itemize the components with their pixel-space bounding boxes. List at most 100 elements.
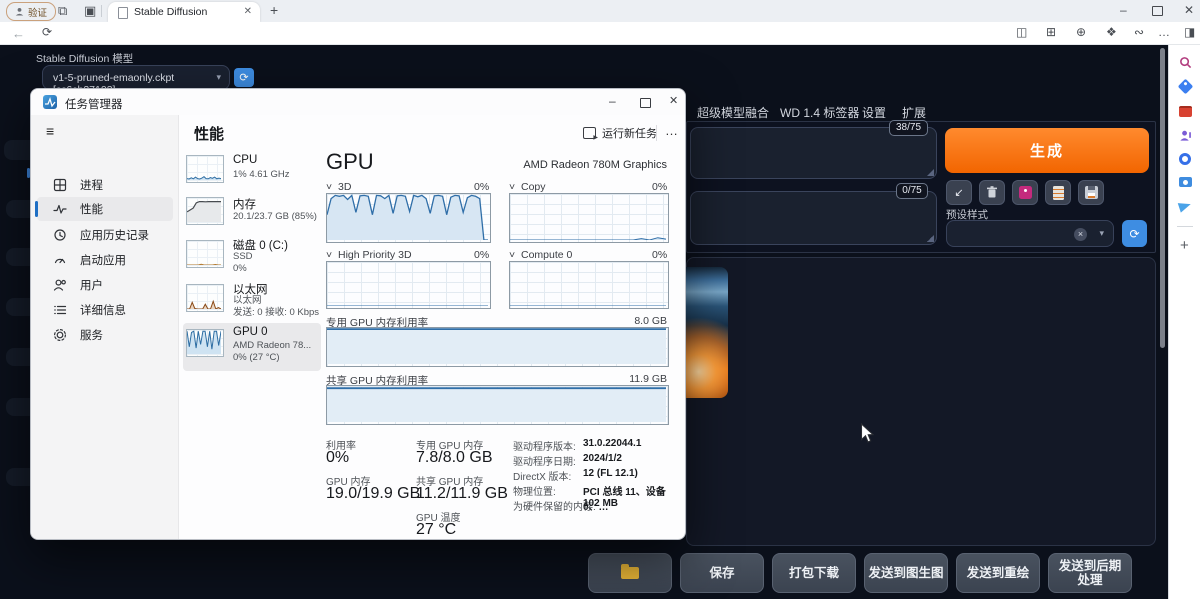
processes-icon [53,178,67,192]
clear-prompt-button[interactable] [979,180,1005,205]
hamburger-menu-icon[interactable]: ≡ [46,123,54,139]
chart-caret-icon[interactable]: ˅ [326,249,332,261]
chevron-down-icon: ▾ [216,72,221,83]
stat-value-gpu-temp: 27 °C [416,521,456,539]
more-menu-icon[interactable]: … [1158,26,1170,38]
tab-settings[interactable]: 设置 [862,104,886,121]
chart-caret-icon[interactable]: ˅ [509,181,515,193]
styles-refresh-button[interactable]: ⟳ [1122,220,1147,247]
sidebar-item-performance[interactable]: 性能 [37,197,173,221]
stat-value-directx: 12 (FL 12.1) [583,468,638,479]
vertical-tabs-icon[interactable]: ▣ [84,4,96,17]
new-tab-button[interactable]: + [270,3,278,17]
search-icon[interactable] [1179,56,1192,69]
profile-label: 验证 [28,5,47,19]
apply-style-button[interactable] [1045,180,1071,205]
tab-close-icon[interactable]: ✕ [244,6,252,17]
sidebar-item-startup-apps[interactable]: 启动应用 [37,248,173,272]
chart-caret-icon[interactable]: ˅ [509,249,515,261]
sidebar-item-label: 进程 [80,177,103,193]
perf-item-disk[interactable]: 磁盘 0 (C:) SSD 0% [183,235,321,279]
styles-select[interactable]: × ▾ [946,220,1114,247]
generate-button[interactable]: 生成 [945,128,1149,173]
perf-item-memory[interactable]: 内存 20.1/23.7 GB (85%) [183,193,321,235]
send-to-inpaint-button[interactable]: 发送到重绘 [956,553,1040,593]
perf-item-sub: AMD Radeon 78... [233,340,311,352]
resize-handle[interactable] [927,169,934,176]
model-refresh-button[interactable]: ⟳ [234,68,254,87]
chart-value-copy: 0% [652,181,667,193]
sidebar-toggle-icon[interactable]: ◨ [1184,26,1195,38]
tm-minimize-button[interactable]: – [609,94,616,108]
perf-item-cpu[interactable]: CPU 1% 4.61 GHz [183,151,321,193]
profile-button[interactable]: 验证 [6,2,56,21]
folder-icon [621,567,639,579]
sidebar-item-details[interactable]: 详细信息 [37,298,173,322]
sidebar-item-label: 启动应用 [80,252,126,268]
sidebar-item-label: 用户 [80,277,103,293]
browser-tab-strip: 验证 ⧉ ▣ Stable Diffusion ✕ + – ✕ [0,0,1200,22]
zip-download-button[interactable]: 打包下载 [772,553,856,593]
resize-handle[interactable] [927,235,934,242]
window-close-button[interactable]: ✕ [1184,4,1194,16]
back-icon[interactable]: ← [12,26,25,41]
model-select[interactable]: v1-5-pruned-emaonly.ckpt [cc6cb27103] ▾ [42,65,230,90]
people-icon[interactable] [1179,129,1192,142]
add-sidebar-item-button[interactable]: + [1180,237,1189,254]
disk-sparkline [186,240,224,268]
toolbar-divider [656,125,657,141]
tm-more-icon[interactable]: … [665,123,678,138]
tab-checkpoint-merger[interactable]: 超级模型融合 [697,104,769,121]
apps-icon[interactable]: ❖ [1106,26,1117,38]
split-screen-icon[interactable]: ◫ [1016,26,1027,38]
clear-selection-icon[interactable]: × [1074,228,1087,241]
sidebar-item-users[interactable]: 用户 [37,273,173,297]
sidebar-item-processes[interactable]: 进程 [37,173,173,197]
refresh-icon[interactable]: ⟳ [42,26,52,38]
extra-networks-button[interactable] [1012,180,1038,205]
paste-params-button[interactable]: ↙ [946,180,972,205]
send-plane-icon[interactable] [1178,199,1193,212]
perf-item-sub: 0% (27 °C) [233,352,280,364]
workspaces-icon[interactable]: ⧉ [58,4,67,17]
chart-caret-icon[interactable]: ˅ [326,181,332,193]
sidebar-item-app-history[interactable]: 应用历史记录 [37,223,173,247]
tm-close-button[interactable]: ✕ [669,94,678,107]
tab-separator [101,5,102,17]
stat-label: 驱动程序日期: [513,453,576,468]
prompt-token-counter: 38/75 [889,120,928,136]
send-to-extras-button[interactable]: 发送到后期处理 [1048,553,1132,593]
browser-essentials-icon[interactable]: ⊕ [1076,26,1086,38]
perf-item-title: 内存 [233,196,256,212]
stat-value-gpu-memory: 19.0/19.9 GB [326,485,420,503]
link-tools-icon[interactable]: ∾ [1134,26,1144,38]
run-new-task-button[interactable]: ▶ 运行新任务 [583,122,657,144]
page-scrollbar[interactable] [1160,48,1165,348]
save-style-button[interactable] [1078,180,1104,205]
negative-prompt-textarea[interactable] [690,191,937,245]
gpu-hp3d-chart [326,261,491,309]
open-folder-button[interactable] [588,553,672,593]
save-button[interactable]: 保存 [680,553,764,593]
perf-item-ethernet[interactable]: 以太网 以太网 发送: 0 接收: 0 Kbps [183,279,321,323]
tm-titlebar[interactable]: 任务管理器 – ✕ [31,89,686,115]
browser-tab[interactable]: Stable Diffusion ✕ [108,2,260,22]
shopping-tag-icon[interactable] [1178,79,1194,95]
toolbox-icon[interactable] [1179,106,1192,117]
tab-extensions[interactable]: 扩展 [902,104,926,121]
dedicated-mem-chart-max: 8.0 GB [634,315,667,327]
details-list-icon [53,303,67,317]
window-restore-button[interactable] [1152,6,1163,16]
sidebar-item-services[interactable]: 服务 [37,323,173,347]
collections-icon[interactable]: ⊞ [1046,26,1056,38]
window-minimize-button[interactable]: – [1120,4,1127,16]
left-panel-fragment [6,298,30,316]
m365-icon[interactable] [1179,153,1191,165]
screenshot-icon[interactable] [1179,177,1192,187]
tm-maximize-button[interactable] [640,98,651,108]
tab-wd14-tagger[interactable]: WD 1.4 标签器 [780,104,859,121]
stat-value-dedicated-memory: 7.8/8.0 GB [416,449,493,467]
perf-item-gpu[interactable]: GPU 0 AMD Radeon 78... 0% (27 °C) [183,323,321,371]
generated-image-thumbnail[interactable] [686,267,728,398]
send-to-img2img-button[interactable]: 发送到图生图 [864,553,948,593]
